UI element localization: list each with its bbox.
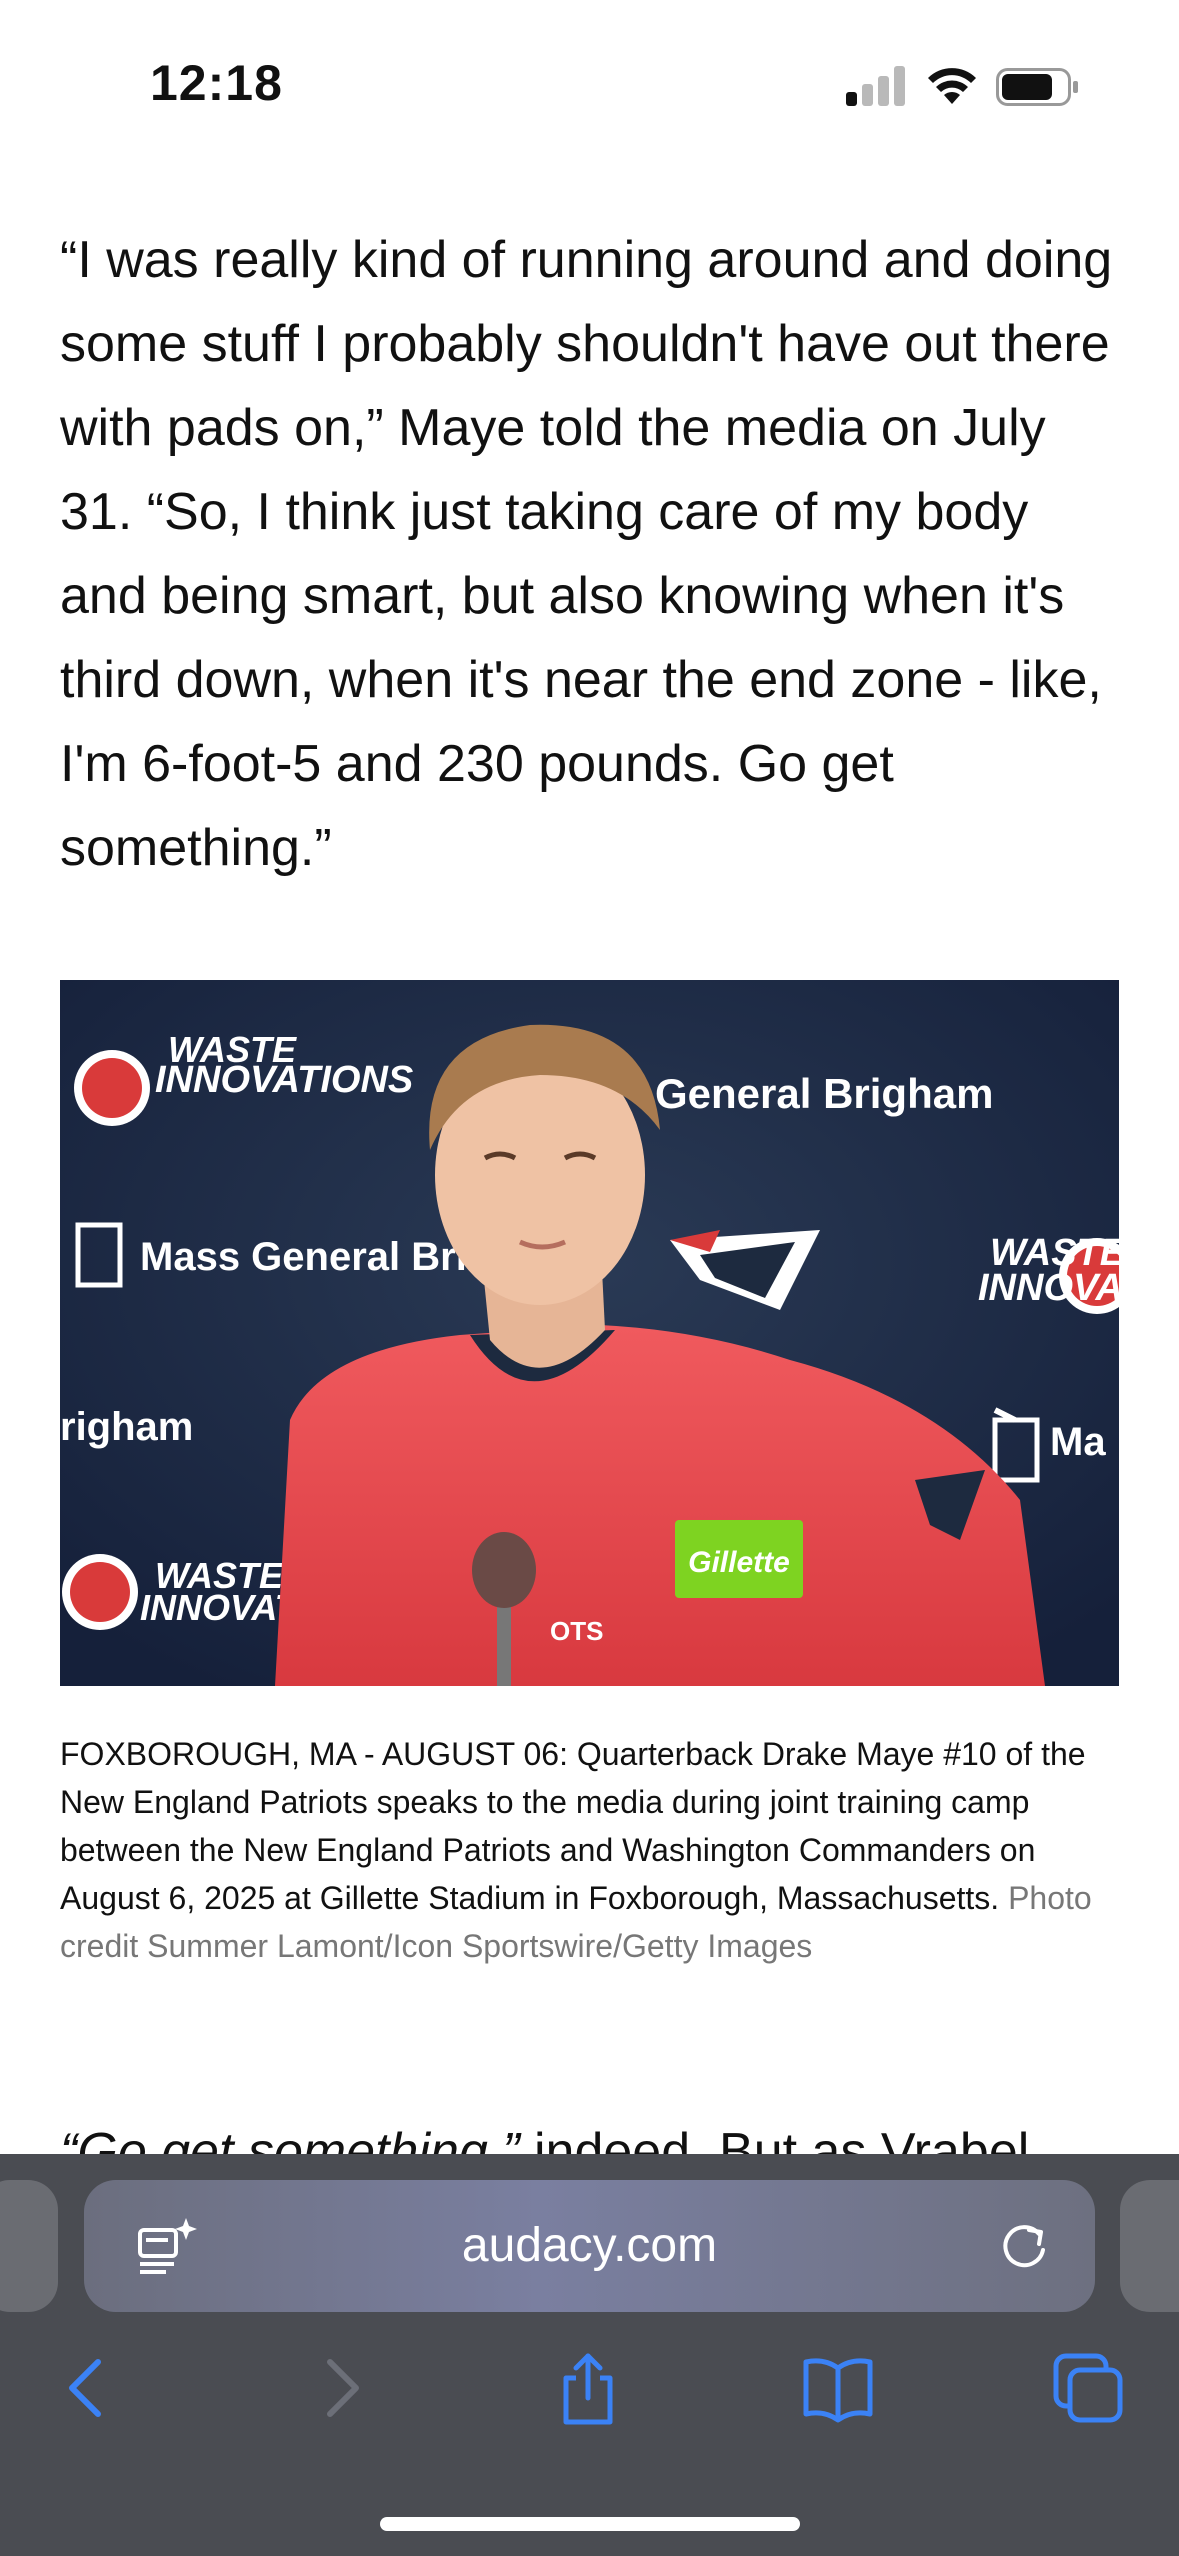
bookmarks-icon[interactable] [800, 2350, 876, 2426]
backdrop-sponsor-brigham-2: Mass General Bri [140, 1235, 467, 1279]
url-text[interactable]: audacy.com [84, 2218, 1095, 2273]
jersey-patch: Gillette [688, 1546, 790, 1579]
backdrop-sponsor-waste-bottom: INNOVAT [140, 1587, 300, 1628]
photo-caption: FOXBOROUGH, MA - AUGUST 06: Quarterback … [60, 1730, 1120, 1970]
forward-chevron-icon[interactable] [302, 2350, 378, 2426]
status-time: 12:18 [150, 55, 283, 111]
next-tab-preview[interactable] [1120, 2180, 1179, 2312]
share-icon[interactable] [550, 2350, 626, 2426]
cellular-signal-icon [846, 66, 906, 106]
address-bar[interactable]: audacy.com [84, 2180, 1095, 2312]
previous-tab-preview[interactable] [0, 2180, 58, 2312]
status-bar: 12:18 [0, 0, 1179, 150]
home-indicator[interactable] [380, 2517, 800, 2531]
press-conference-photo: INNOVATIONS WASTE General Brigham Mass G… [60, 980, 1119, 1686]
tabs-icon[interactable] [1050, 2350, 1126, 2426]
backdrop-sponsor-brigham-3: righam [60, 1405, 193, 1449]
article-paragraph: “I was really kind of running around and… [60, 231, 1113, 877]
battery-icon [996, 68, 1078, 106]
mic-flag: OTS [550, 1616, 603, 1646]
backdrop-sponsor-brigham: General Brigham [655, 1070, 993, 1117]
back-chevron-icon[interactable] [50, 2350, 126, 2426]
article-photo: INNOVATIONS WASTE General Brigham Mass G… [60, 980, 1119, 1686]
backdrop-sponsor-brigham-4: Ma [1050, 1420, 1106, 1464]
caption-text: FOXBOROUGH, MA - AUGUST 06: Quarterback … [60, 1736, 1086, 1916]
backdrop-sponsor-waste-top: WASTE [168, 1029, 297, 1070]
wifi-icon [928, 68, 976, 104]
reload-icon[interactable] [999, 2220, 1051, 2272]
backdrop-sponsor-waste-right: INNOVAT [978, 1267, 1119, 1309]
